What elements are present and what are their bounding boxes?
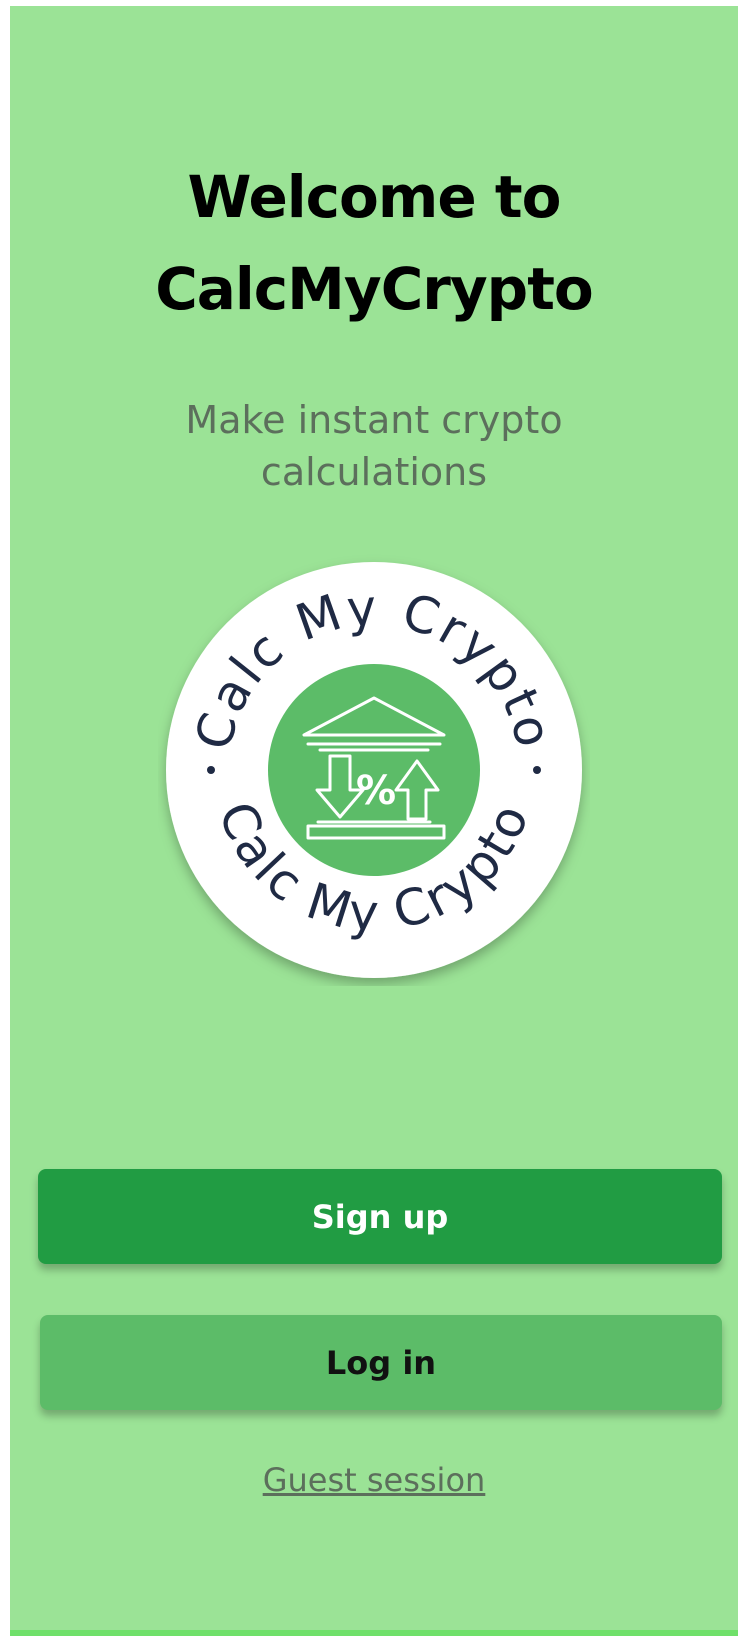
guest-session-label[interactable]: Guest session xyxy=(263,1461,486,1499)
welcome-screen: Welcome to CalcMyCrypto Make instant cry… xyxy=(10,6,738,1636)
welcome-title: Welcome to CalcMyCrypto xyxy=(10,151,738,335)
welcome-title-line2: CalcMyCrypto xyxy=(155,255,594,323)
logo-percent-symbol: % xyxy=(356,768,396,814)
logo-dot-right xyxy=(533,766,541,774)
logo-dot-left xyxy=(207,766,215,774)
bottom-edge xyxy=(10,1630,738,1636)
app-logo: Calc My Crypto Calc My Crypto % xyxy=(166,562,582,978)
welcome-subtitle: Make instant crypto calculations xyxy=(185,398,563,494)
welcome-title-line1: Welcome to xyxy=(187,163,562,231)
signup-button[interactable]: Sign up xyxy=(38,1169,722,1264)
guest-session-link: Guest session xyxy=(10,1461,738,1499)
login-button[interactable]: Log in xyxy=(40,1315,722,1410)
